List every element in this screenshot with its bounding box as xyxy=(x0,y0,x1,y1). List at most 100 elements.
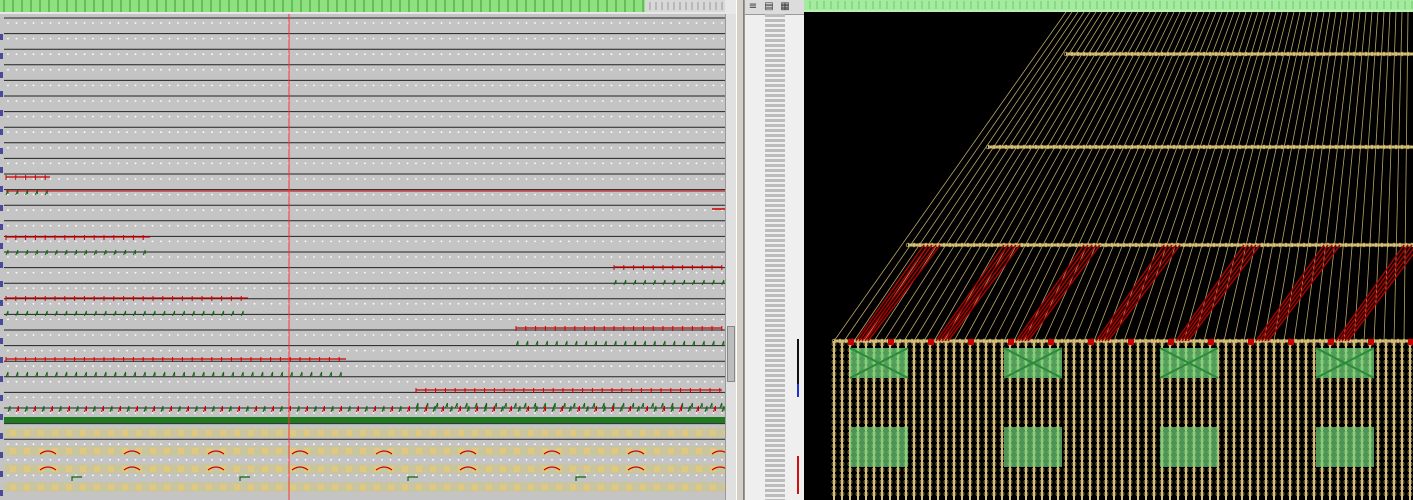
grid-dot xyxy=(670,443,672,446)
yarn-cell xyxy=(318,430,324,436)
grid-dot xyxy=(432,458,434,461)
grid-dot xyxy=(585,22,587,24)
list-icon[interactable]: ≡ xyxy=(745,0,761,12)
grid-dot xyxy=(432,209,434,212)
grid-dot xyxy=(83,37,86,40)
grid-dot xyxy=(466,131,468,134)
grid-dot xyxy=(347,22,349,24)
grid-dot xyxy=(66,240,69,243)
grid-dot xyxy=(66,100,69,102)
grid-dot xyxy=(687,53,689,56)
grid-dot xyxy=(245,162,247,165)
grid-dot xyxy=(92,302,94,305)
grid-dot xyxy=(58,68,60,71)
grid-dot xyxy=(296,68,298,71)
grid-dot xyxy=(262,240,264,243)
grid-dot xyxy=(585,474,587,477)
grid-dot xyxy=(92,178,94,180)
grid-dot xyxy=(500,240,502,243)
vertical-scrollbar[interactable] xyxy=(725,14,736,500)
grid-dot xyxy=(15,318,18,321)
grid-dot xyxy=(66,146,69,149)
grid-dot xyxy=(508,100,511,102)
grid-dot xyxy=(610,380,613,383)
grid-dot xyxy=(49,334,52,336)
top-ruler[interactable] xyxy=(0,0,736,15)
grid-dot xyxy=(440,349,443,352)
grid-dot xyxy=(296,318,298,321)
grid-dot xyxy=(296,224,298,227)
grid-dot xyxy=(185,474,188,477)
yarn-cell xyxy=(500,430,506,436)
grid-dot xyxy=(262,193,264,196)
grid-dot xyxy=(219,37,222,40)
scrollbar-thumb[interactable] xyxy=(727,326,735,382)
stitch-grid-canvas[interactable] xyxy=(0,14,725,500)
row-edge-mark xyxy=(0,300,3,306)
grid-dot xyxy=(500,474,502,477)
grid-dot xyxy=(415,115,417,118)
grid-dot xyxy=(126,302,128,305)
row-index-strip[interactable] xyxy=(763,14,787,500)
stitch-grid[interactable] xyxy=(0,14,736,500)
grid-dot xyxy=(653,37,655,40)
grid-dot xyxy=(279,458,281,461)
grid-dot xyxy=(92,193,94,196)
grid-dot xyxy=(389,37,392,40)
grid-dot xyxy=(66,334,69,336)
grid-dot xyxy=(355,240,358,243)
panel-splitter[interactable] xyxy=(736,0,744,500)
grid-dot xyxy=(585,100,587,102)
3d-viewport[interactable] xyxy=(804,0,1413,500)
grid-dot xyxy=(109,100,111,102)
grid-dot xyxy=(610,178,613,180)
grid-dot xyxy=(202,349,205,352)
yarn-cell xyxy=(150,466,156,472)
grid-dot xyxy=(24,53,26,56)
yarn-cell xyxy=(584,430,590,436)
grid-dot xyxy=(194,131,196,134)
grid-dot xyxy=(296,193,298,196)
grid-dot xyxy=(466,209,468,212)
grid-dot xyxy=(66,22,69,24)
row-index-cell xyxy=(765,384,785,387)
grid-dot xyxy=(610,474,613,477)
grid-dot xyxy=(466,193,468,196)
grid-dot xyxy=(440,380,443,383)
grid-dot xyxy=(49,115,52,118)
grid-dot xyxy=(712,318,715,321)
stitch-3d-render[interactable] xyxy=(804,12,1413,500)
grid-dot xyxy=(568,396,570,399)
grid-dot xyxy=(126,334,128,336)
grid-dot xyxy=(585,209,587,212)
grid-dot xyxy=(66,53,69,56)
grid-dot xyxy=(270,22,273,24)
grid-dot xyxy=(661,349,664,352)
grid-dot xyxy=(364,412,366,414)
grid-dot xyxy=(15,146,18,149)
grid-dot xyxy=(194,334,196,336)
stitch-3d-canvas[interactable] xyxy=(804,12,1413,500)
grid-dot xyxy=(653,100,655,102)
grid-dot xyxy=(134,365,137,368)
grid-dot xyxy=(704,396,706,399)
grid-dot xyxy=(406,53,409,56)
grid-dot xyxy=(92,287,94,290)
grid-dot xyxy=(253,302,256,305)
grid-dot xyxy=(619,162,621,165)
grid-dot xyxy=(236,68,239,71)
grid-dot xyxy=(75,396,77,399)
grid-dot xyxy=(568,53,570,56)
layers-icon[interactable]: ▤ xyxy=(761,0,777,12)
grid-dot xyxy=(712,349,715,352)
grid-dot xyxy=(194,365,196,368)
grid-dot xyxy=(24,22,26,24)
grid-dot xyxy=(508,84,511,87)
grid-dot xyxy=(211,84,213,87)
grid-icon[interactable]: ▦ xyxy=(777,0,793,12)
grid-dot xyxy=(372,334,375,336)
grid-dot xyxy=(585,115,587,118)
grid-dot xyxy=(381,349,383,352)
yarn-cell xyxy=(164,448,170,454)
grid-dot xyxy=(347,349,349,352)
